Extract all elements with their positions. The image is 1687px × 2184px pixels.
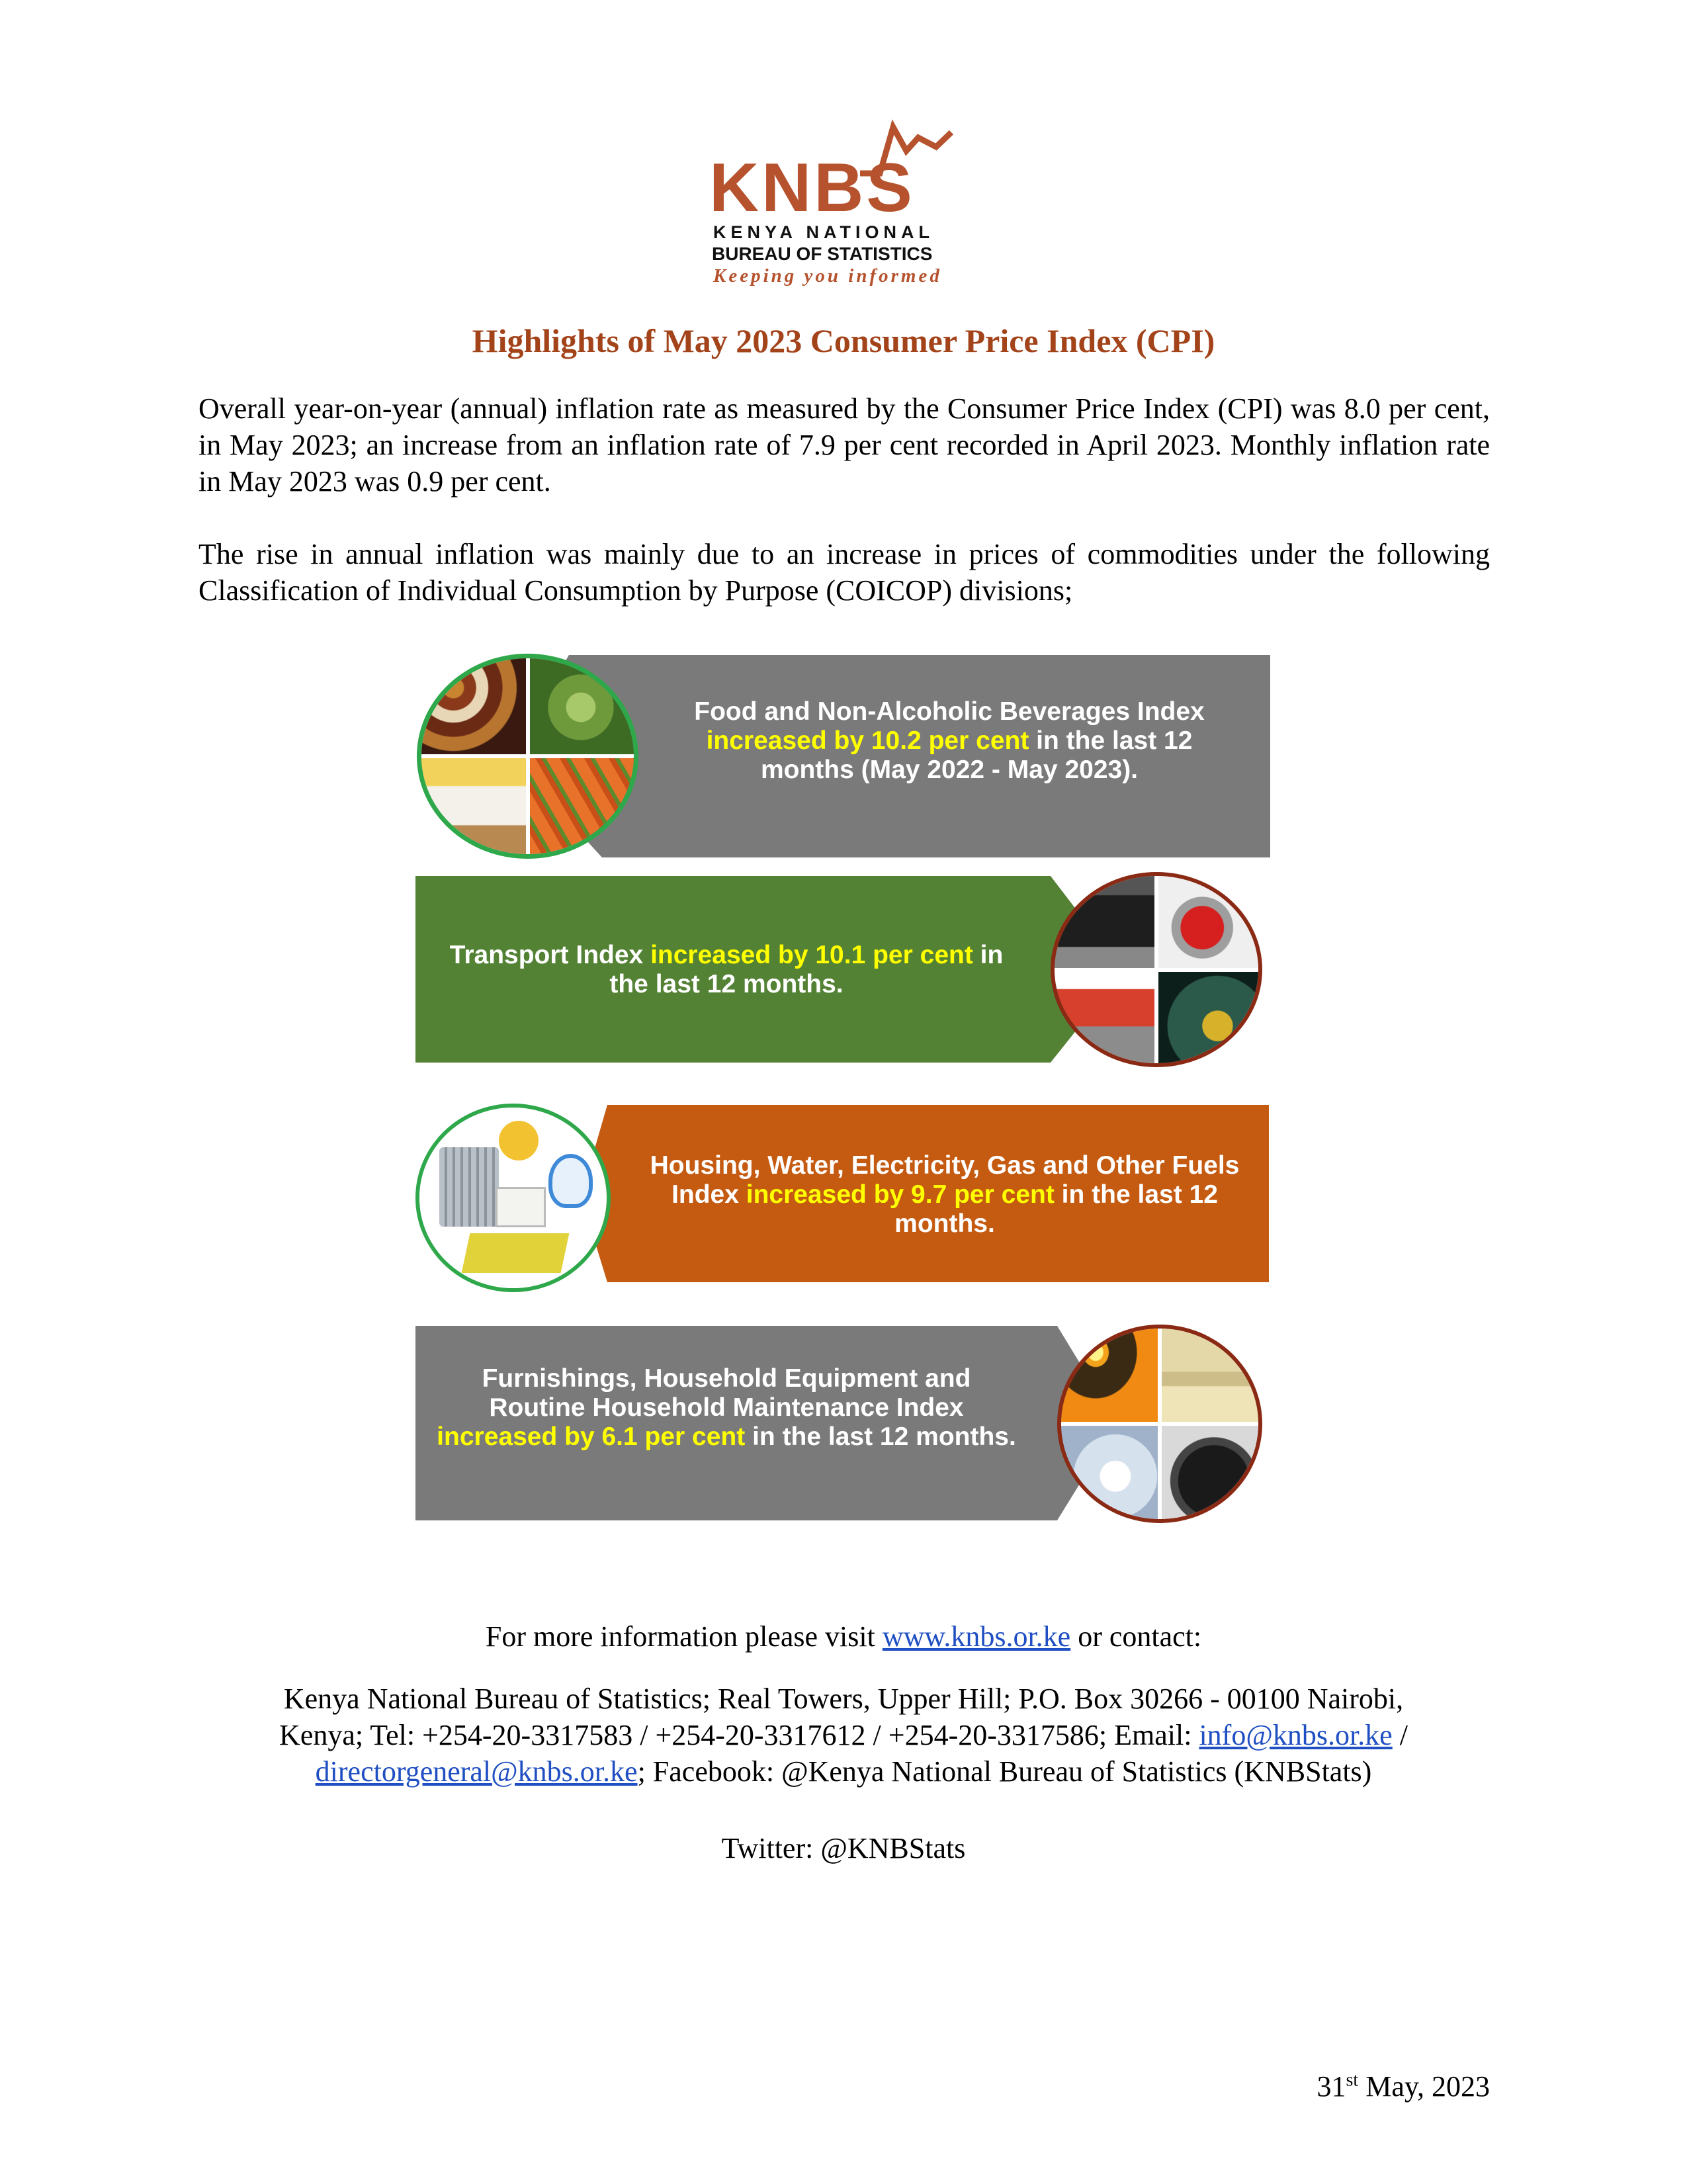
intro-paragraph: Overall year-on-year (annual) inflation … — [198, 392, 1490, 498]
household-icon — [1057, 1325, 1262, 1523]
logo-line-1: KENYA NATIONAL — [713, 222, 935, 242]
transport-icon — [1051, 872, 1262, 1067]
banner-transport-text: Transport Index increased by 10.1 per ce… — [449, 941, 1004, 998]
page-title: Highlights of May 2023 Consumer Price In… — [472, 322, 1215, 359]
address-line-1: Kenya National Bureau of Statistics; Rea… — [283, 1682, 1404, 1715]
email-dg-link[interactable]: directorgeneral@knbs.or.ke — [316, 1755, 638, 1788]
logo-line-2: BUREAU OF STATISTICS — [712, 243, 933, 264]
email-info-link[interactable]: info@knbs.or.ke — [1199, 1719, 1392, 1751]
more-info-line: For more information please visit www.kn… — [485, 1620, 1202, 1653]
banner-household: Furnishings, Household Equipment and Rou… — [415, 1325, 1270, 1523]
banner-housing: Housing, Water, Electricity, Gas and Oth… — [415, 1104, 1269, 1295]
twitter-line: Twitter: @KNBStats — [721, 1832, 966, 1864]
banner-food-text: Food and Non-Alcoholic Beverages Index i… — [694, 697, 1205, 784]
housing-icon — [415, 1104, 611, 1292]
food-icon — [417, 654, 638, 859]
release-date: 31st May, 2023 — [1317, 2070, 1490, 2103]
address-line-2: Kenya; Tel: +254-20-3317583 / +254-20-33… — [279, 1719, 1408, 1751]
contact-block: Kenya National Bureau of Statistics; Rea… — [0, 1681, 1687, 1790]
banner-housing-text: Housing, Water, Electricity, Gas and Oth… — [650, 1151, 1240, 1238]
cause-paragraph: The rise in annual inflation was mainly … — [198, 538, 1490, 607]
banner-household-text: Furnishings, Household Equipment and Rou… — [437, 1364, 1016, 1451]
banner-transport: Transport Index increased by 10.1 per ce… — [415, 872, 1270, 1070]
address-line-3: directorgeneral@knbs.or.ke; Facebook: @K… — [315, 1755, 1372, 1788]
logo-wordmark: KNBS — [709, 150, 915, 226]
logo-tagline: Keeping you informed — [713, 265, 942, 286]
banner-food: Food and Non-Alcoholic Beverages Index i… — [410, 654, 1270, 859]
website-link[interactable]: www.knbs.or.ke — [883, 1620, 1070, 1653]
knbs-logo: KNBS KENYA NATIONAL BUREAU OF STATISTICS… — [708, 112, 986, 291]
